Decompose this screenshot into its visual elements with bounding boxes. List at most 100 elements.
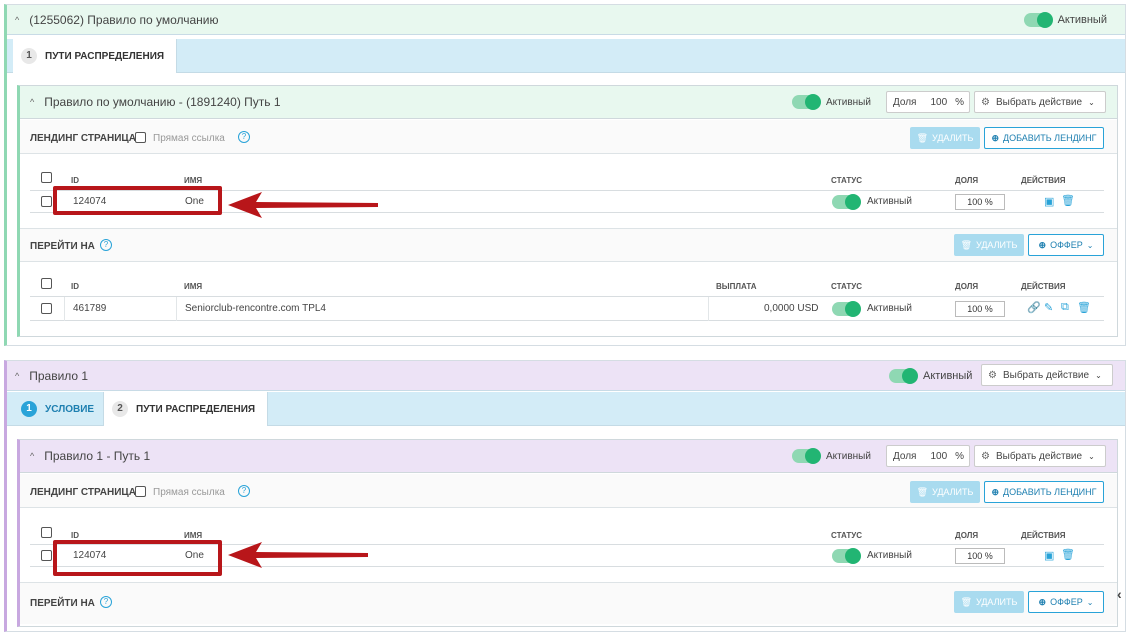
- trash-icon: 🗑: [960, 596, 973, 607]
- trash-icon[interactable]: 🗑: [1061, 548, 1075, 561]
- landing-label: ЛЕНДИНГ СТРАНИЦА: [30, 133, 136, 144]
- direct-link-checkbox[interactable]: [135, 132, 146, 143]
- active-toggle[interactable]: [792, 94, 821, 110]
- active-toggle[interactable]: [889, 368, 918, 384]
- tab-distribution-paths[interactable]: 2 ПУТИ РАСПРЕДЕЛЕНИЯ: [103, 392, 269, 426]
- delete-button[interactable]: 🗑 УДАЛИТЬ: [910, 481, 980, 503]
- rule-default: ^ (1255062) Правило по умолчанию Активны…: [4, 4, 1126, 346]
- col-id: ID: [71, 531, 79, 540]
- select-all-checkbox[interactable]: [41, 172, 52, 183]
- chevron-left-icon[interactable]: ‹: [1117, 586, 1122, 602]
- row-share-input[interactable]: 100 %: [955, 194, 1005, 210]
- col-actions: ДЕЙСТВИЯ: [1021, 282, 1066, 291]
- arrow-annotation-bottom: [228, 542, 368, 568]
- plus-circle-icon: ⊕: [1038, 596, 1047, 607]
- add-landing-button[interactable]: ⊕ ДОБАВИТЬ ЛЕНДИНГ: [984, 127, 1104, 149]
- chevron-down-icon: ⌄: [1095, 370, 1102, 380]
- row-active-toggle[interactable]: [832, 194, 861, 210]
- trash-icon: 🗑: [960, 239, 973, 250]
- rule-header[interactable]: ^ Правило 1 Активный ⚙ Выбрать действие …: [7, 361, 1125, 391]
- row-checkbox[interactable]: [41, 196, 52, 207]
- rule-title: Правило 1: [29, 368, 89, 383]
- delete-offer-button[interactable]: 🗑 УДАЛИТЬ: [954, 591, 1024, 613]
- col-actions: ДЕЙСТВИЯ: [1021, 531, 1066, 540]
- trash-icon[interactable]: 🗑: [1061, 194, 1075, 207]
- action-dropdown[interactable]: ⚙ Выбрать действие ⌄: [981, 364, 1113, 386]
- chevron-up-icon[interactable]: ^: [15, 15, 19, 25]
- trash-icon[interactable]: 🗑: [1077, 301, 1091, 314]
- chevron-up-icon[interactable]: ^: [30, 97, 34, 107]
- offer-button[interactable]: ⊕ ОФФЕР ⌄: [1028, 234, 1104, 256]
- row-checkbox[interactable]: [41, 303, 52, 314]
- link-icon[interactable]: 🔗: [1027, 301, 1041, 314]
- chevron-up-icon[interactable]: ^: [30, 451, 34, 461]
- row-share-input[interactable]: 100 %: [955, 301, 1005, 317]
- landing-label: ЛЕНДИНГ СТРАНИЦА: [30, 487, 136, 498]
- col-actions: ДЕЙСТВИЯ: [1021, 176, 1066, 185]
- delete-offer-button[interactable]: 🗑 УДАЛИТЬ: [954, 234, 1024, 256]
- select-all-checkbox[interactable]: [41, 278, 52, 289]
- chevron-down-icon: ⌄: [1088, 97, 1095, 107]
- gears-icon: ⚙: [981, 96, 990, 108]
- tab-distribution-paths[interactable]: 1 ПУТИ РАСПРЕДЕЛЕНИЯ: [13, 39, 178, 73]
- landing-section-bar: ЛЕНДИНГ СТРАНИЦА Прямая ссылка ? 🗑 УДАЛИ…: [20, 120, 1117, 154]
- action-dropdown[interactable]: ⚙ Выбрать действие ⌄: [974, 91, 1106, 113]
- help-icon[interactable]: ?: [238, 131, 250, 143]
- row-status: Активный: [867, 303, 912, 314]
- share-select[interactable]: Доля 100 %: [886, 91, 970, 113]
- tab-condition[interactable]: 1 УСЛОВИЕ: [13, 392, 106, 426]
- col-share: ДОЛЯ: [955, 531, 979, 540]
- col-status: СТАТУС: [831, 282, 862, 291]
- offer-button[interactable]: ⊕ ОФФЕР ⌄: [1028, 591, 1104, 613]
- col-share: ДОЛЯ: [955, 176, 979, 185]
- col-name: ИМЯ: [184, 531, 203, 540]
- row-active-toggle[interactable]: [832, 548, 861, 564]
- action-dropdown[interactable]: ⚙ Выбрать действие ⌄: [974, 445, 1106, 467]
- col-id: ID: [71, 176, 79, 185]
- rule-1: ^ Правило 1 Активный ⚙ Выбрать действие …: [4, 360, 1126, 632]
- help-icon[interactable]: ?: [100, 596, 112, 608]
- gears-icon: ⚙: [988, 369, 997, 381]
- select-all-checkbox[interactable]: [41, 527, 52, 538]
- tabs-bar: 1 ПУТИ РАСПРЕДЕЛЕНИЯ: [7, 39, 1125, 73]
- landing-section-bar: ЛЕНДИНГ СТРАНИЦА Прямая ссылка ? 🗑 УДАЛИ…: [20, 474, 1117, 508]
- gears-icon: ⚙: [981, 450, 990, 462]
- highlight-box-bottom: [53, 540, 222, 576]
- active-toggle[interactable]: [792, 448, 821, 464]
- direct-link-checkbox[interactable]: [135, 486, 146, 497]
- image-icon[interactable]: ▣: [1044, 195, 1054, 208]
- table-row: 461789 Seniorclub-rencontre.com TPL4 0,0…: [30, 297, 1104, 321]
- pencil-icon[interactable]: ✎: [1044, 301, 1053, 314]
- row-active-toggle[interactable]: [832, 301, 861, 317]
- status-label: Активный: [826, 96, 871, 108]
- help-icon[interactable]: ?: [100, 239, 112, 251]
- path-box: ^ Правило 1 - Путь 1 Активный Доля 100 %…: [17, 439, 1118, 627]
- row-id: 461789: [73, 303, 107, 314]
- copy-icon[interactable]: ⧉: [1061, 301, 1069, 314]
- row-status: Активный: [867, 196, 912, 207]
- active-toggle[interactable]: [1023, 12, 1053, 28]
- col-name: ИМЯ: [184, 282, 203, 291]
- trash-icon: 🗑: [916, 132, 929, 143]
- plus-circle-icon: ⊕: [991, 486, 999, 497]
- chevron-up-icon[interactable]: ^: [15, 371, 19, 381]
- rule-header[interactable]: ^ (1255062) Правило по умолчанию Активны…: [7, 5, 1125, 35]
- add-landing-button[interactable]: ⊕ ДОБАВИТЬ ЛЕНДИНГ: [984, 481, 1104, 503]
- tab-label: ПУТИ РАСПРЕДЕЛЕНИЯ: [136, 403, 256, 415]
- row-payout: 0,0000 USD: [764, 303, 819, 314]
- tab-number: 1: [21, 48, 37, 64]
- goto-section-bar: ПЕРЕЙТИ НА ? 🗑 УДАЛИТЬ ⊕ ОФФЕР ⌄: [20, 228, 1117, 262]
- col-share: ДОЛЯ: [955, 282, 979, 291]
- delete-button[interactable]: 🗑 УДАЛИТЬ: [910, 127, 980, 149]
- help-icon[interactable]: ?: [238, 485, 250, 497]
- tab-label: УСЛОВИЕ: [45, 403, 95, 415]
- path-header[interactable]: ^ Правило по умолчанию - (1891240) Путь …: [20, 86, 1117, 119]
- row-checkbox[interactable]: [41, 550, 52, 561]
- share-select[interactable]: Доля 100 %: [886, 445, 970, 467]
- col-payout: ВЫПЛАТА: [716, 282, 757, 291]
- chevron-down-icon: ⌄: [1088, 451, 1095, 461]
- col-id: ID: [71, 282, 79, 291]
- image-icon[interactable]: ▣: [1044, 549, 1054, 562]
- path-header[interactable]: ^ Правило 1 - Путь 1 Активный Доля 100 %…: [20, 440, 1117, 473]
- row-share-input[interactable]: 100 %: [955, 548, 1005, 564]
